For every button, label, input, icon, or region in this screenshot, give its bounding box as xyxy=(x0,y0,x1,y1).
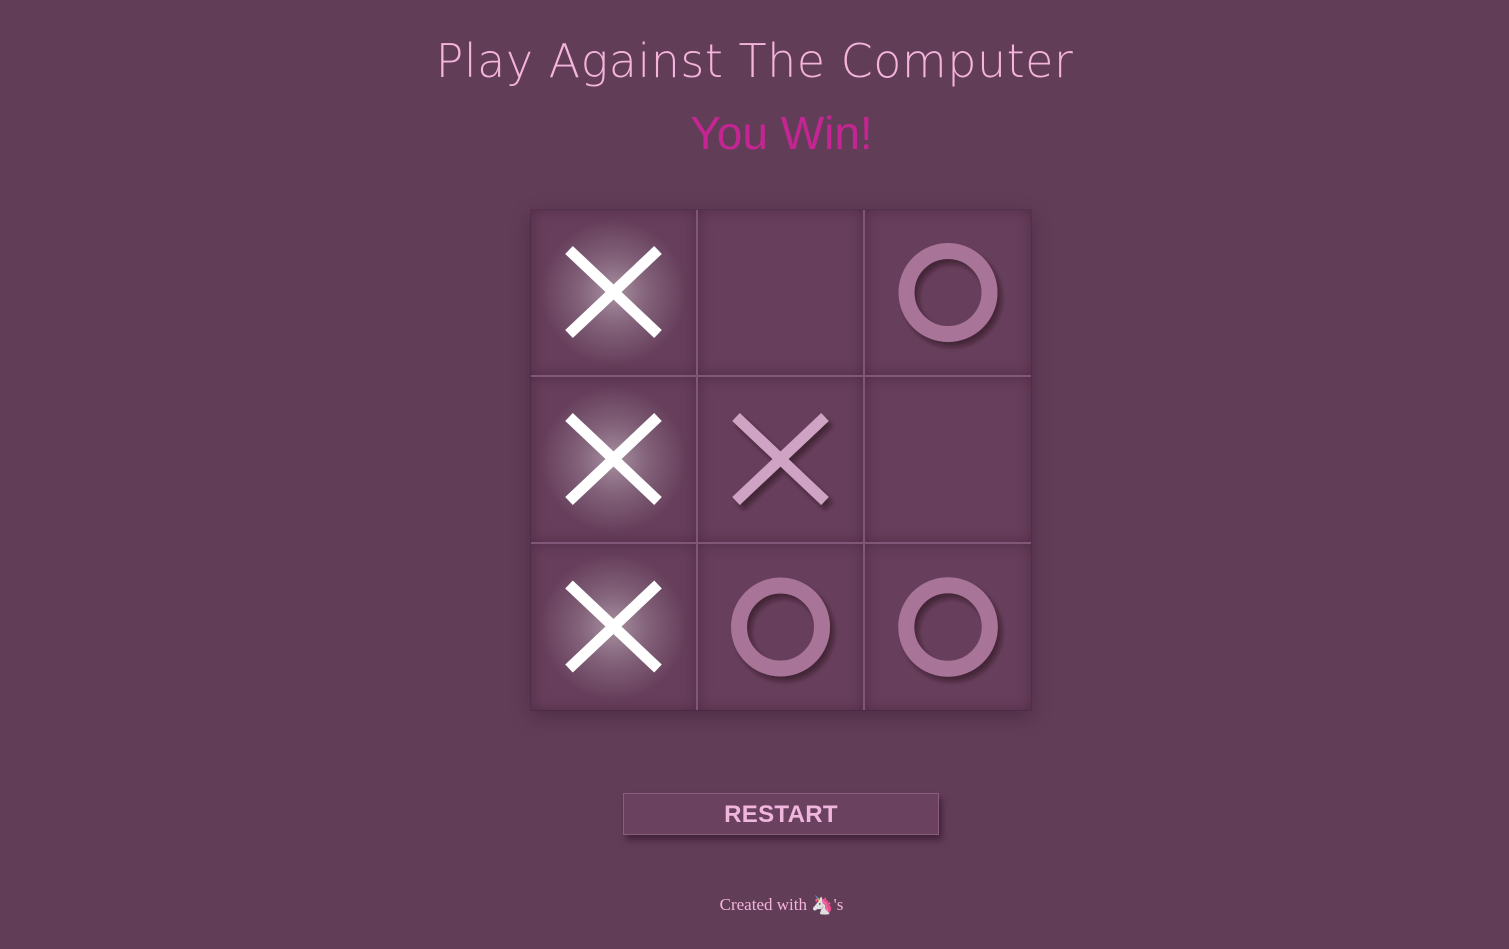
board-cell[interactable] xyxy=(865,377,1031,542)
board-cell[interactable] xyxy=(865,210,1031,375)
board-cell[interactable] xyxy=(698,544,863,710)
board-cell[interactable] xyxy=(865,544,1031,710)
board-cell[interactable] xyxy=(698,377,863,542)
board-cell[interactable] xyxy=(531,210,696,375)
o-mark xyxy=(898,577,998,677)
board-cell[interactable] xyxy=(698,210,863,375)
footer-credit: Created with 🦄's xyxy=(0,893,1509,917)
game-board xyxy=(531,210,1031,710)
x-mark xyxy=(565,413,662,505)
footer-text: Created with xyxy=(719,895,807,914)
restart-button[interactable]: RESTART xyxy=(623,793,939,835)
footer-suffix: 's xyxy=(833,895,844,914)
page-title: Play Against The Computer xyxy=(435,34,1074,88)
o-mark xyxy=(731,577,830,677)
x-mark xyxy=(732,413,829,505)
board-cell[interactable] xyxy=(531,544,696,710)
x-mark xyxy=(565,246,662,338)
x-mark xyxy=(565,580,662,673)
o-mark xyxy=(898,243,998,342)
board-cell[interactable] xyxy=(531,377,696,542)
unicorn-icon: 🦄 xyxy=(811,895,834,915)
game-status: You Win! xyxy=(690,107,873,159)
